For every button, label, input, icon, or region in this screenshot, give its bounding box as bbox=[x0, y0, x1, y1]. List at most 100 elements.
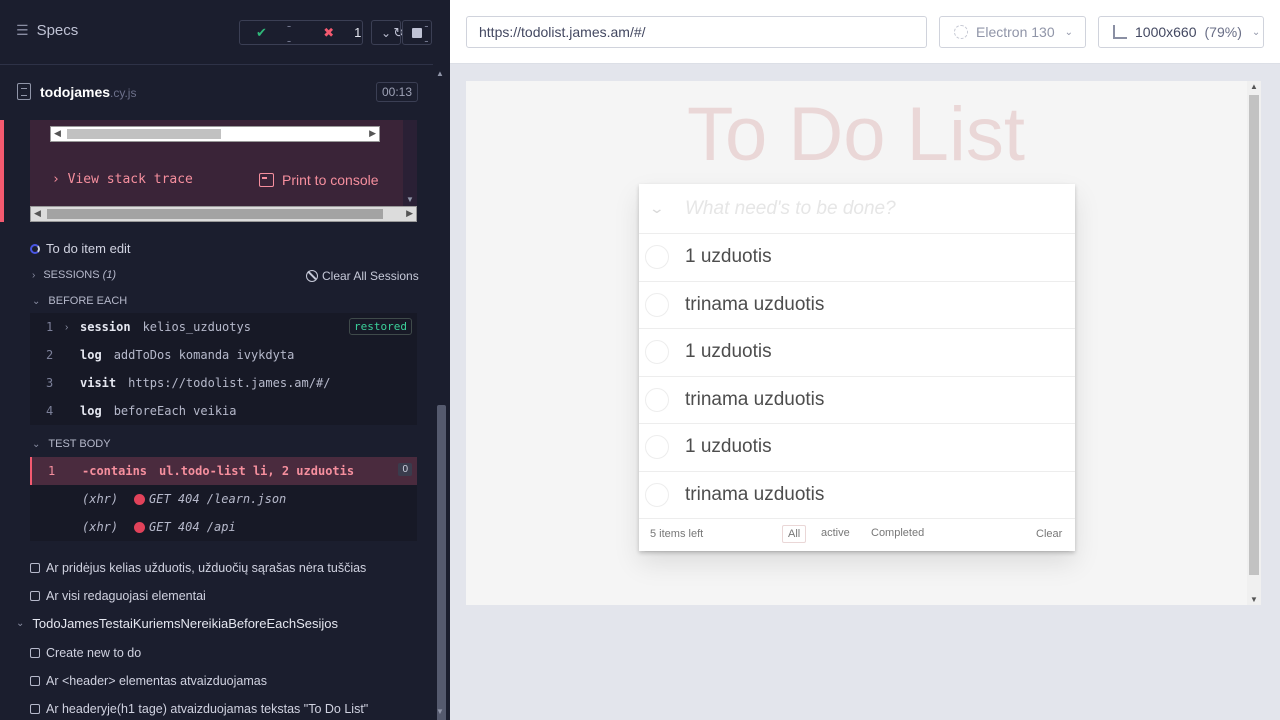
menu-icon: ☰ bbox=[16, 22, 29, 38]
sessions-header[interactable]: › SESSIONS (1) bbox=[32, 269, 116, 281]
x-icon: ✖ bbox=[323, 24, 335, 40]
todo-toggle-checkbox[interactable] bbox=[645, 292, 669, 317]
scroll-down-icon[interactable]: ▼ bbox=[406, 195, 414, 204]
todo-toggle-checkbox[interactable] bbox=[645, 245, 669, 269]
command-row[interactable]: 3 visit https://todolist.james.am/#/ bbox=[30, 369, 417, 397]
pending-test-icon bbox=[30, 563, 40, 573]
error-vertical-scrollbar[interactable]: ▼ bbox=[403, 120, 417, 206]
new-todo-input[interactable]: ⌄ What need's to be done? bbox=[639, 184, 1075, 234]
element-count-badge: 0 bbox=[398, 463, 412, 476]
todo-item[interactable]: 1 uzduotis bbox=[639, 329, 1075, 377]
browser-icon bbox=[954, 25, 968, 39]
command-row[interactable]: 1 › session kelios_uzduotys restored bbox=[30, 313, 417, 341]
specs-label: Specs bbox=[36, 22, 79, 39]
chevron-down-icon: ⌄ bbox=[32, 438, 41, 450]
print-to-console-button[interactable]: Print to console bbox=[259, 172, 379, 188]
view-stack-trace-toggle[interactable]: › View stack trace bbox=[52, 172, 193, 187]
aut-scrollbar[interactable]: ▲ ▼ bbox=[1247, 81, 1261, 605]
aut-header: https://todolist.james.am/#/ Electron 13… bbox=[450, 0, 1280, 64]
stop-icon bbox=[412, 27, 422, 38]
url-bar[interactable]: https://todolist.james.am/#/ bbox=[466, 16, 927, 48]
spec-extension: .cy.js bbox=[110, 86, 137, 100]
todo-item[interactable]: 1 uzduotis bbox=[639, 234, 1075, 282]
scroll-left-icon[interactable]: ◀ bbox=[54, 128, 61, 139]
clear-completed-button[interactable]: Clear bbox=[1036, 528, 1062, 540]
suite-header[interactable]: ⌄ TodoJamesTestaiKuriemsNereikiaBeforeEa… bbox=[16, 616, 338, 631]
filter-active[interactable]: active bbox=[816, 525, 855, 541]
test-item[interactable]: Ar pridėjus kelias užduotis, užduočių są… bbox=[30, 561, 366, 575]
scrollbar-thumb[interactable] bbox=[47, 209, 383, 219]
todo-toggle-checkbox[interactable] bbox=[645, 435, 669, 459]
pending-test-icon bbox=[30, 648, 40, 658]
items-left-count: 5 items left bbox=[650, 528, 704, 540]
error-block-scrollbar[interactable]: ◀ ▶ bbox=[30, 206, 417, 222]
command-row[interactable]: 2 log addToDos komanda ivykdyta bbox=[30, 341, 417, 369]
test-item[interactable]: Create new to do bbox=[30, 646, 141, 660]
chevron-down-icon: ⌄ bbox=[1064, 26, 1073, 38]
passed-stat: ✔ -- bbox=[240, 18, 307, 48]
fail-indicator-bar bbox=[0, 120, 4, 222]
todo-footer: 5 items left All active Completed Clear bbox=[639, 519, 1075, 551]
scrollbar-thumb[interactable] bbox=[437, 405, 446, 720]
test-item[interactable]: Ar <header> elementas atvaizduojamas bbox=[30, 674, 267, 688]
app-under-test-frame: To Do List ⌄ What need's to be done? 1 u… bbox=[466, 81, 1261, 605]
test-item[interactable]: Ar headeryje(h1 tage) atvaizduojamas tek… bbox=[30, 702, 368, 716]
chevron-right-icon: › bbox=[52, 172, 60, 187]
failed-stat: ✖ 1 bbox=[307, 25, 377, 41]
todo-item[interactable]: trinama uzduotis bbox=[639, 282, 1075, 329]
scroll-down-icon[interactable]: ▼ bbox=[436, 707, 444, 716]
scrollbar-thumb[interactable] bbox=[1249, 95, 1259, 575]
pending-test-icon bbox=[30, 676, 40, 686]
todo-toggle-checkbox[interactable] bbox=[645, 482, 669, 507]
before-each-commands: 1 › session kelios_uzduotys restored 2 l… bbox=[30, 313, 417, 425]
test-item[interactable]: Ar visi redaguojasi elementai bbox=[30, 589, 206, 603]
test-stats: ✔ -- ✖ 1 ↻ -- bbox=[239, 18, 429, 48]
check-icon: ✔ bbox=[256, 24, 267, 40]
status-dot-icon bbox=[134, 521, 145, 533]
toggle-all-chevron-icon[interactable]: ⌄ bbox=[649, 200, 665, 217]
chevron-down-icon: ⌄ bbox=[32, 295, 41, 307]
todo-toggle-checkbox[interactable] bbox=[645, 340, 669, 364]
failed-command-row[interactable]: 1 -contains ul.todo-list li, 2 uzduotis … bbox=[30, 457, 417, 485]
command-row[interactable]: 4 log beforeEach veikia bbox=[30, 397, 417, 425]
scroll-up-icon[interactable]: ▲ bbox=[436, 69, 444, 78]
xhr-row[interactable]: (xhr) GET 404 /api bbox=[30, 513, 417, 541]
todo-card: ⌄ What need's to be done? 1 uzduotis tri… bbox=[639, 184, 1075, 551]
chevron-down-icon: ⌄ bbox=[16, 618, 25, 629]
chevron-down-icon: ⌄ bbox=[380, 25, 392, 40]
browser-selector[interactable]: Electron 130 ⌄ bbox=[939, 16, 1086, 48]
running-test-title[interactable]: To do item edit bbox=[30, 241, 131, 256]
test-body-header[interactable]: ⌄ TEST BODY bbox=[32, 438, 111, 450]
running-spinner-icon bbox=[30, 243, 40, 254]
ruler-icon bbox=[1113, 25, 1127, 39]
scroll-right-icon[interactable]: ▶ bbox=[406, 208, 413, 219]
pending-test-icon bbox=[30, 591, 40, 601]
filter-completed[interactable]: Completed bbox=[866, 525, 929, 541]
reporter-header: ☰ Specs ✔ -- ✖ 1 ↻ -- ⌄ bbox=[0, 0, 433, 65]
clear-all-sessions-button[interactable]: Clear All Sessions bbox=[306, 269, 419, 283]
viewport-selector[interactable]: 1000x660 (79%) ⌄ bbox=[1098, 16, 1264, 48]
new-todo-placeholder: What need's to be done? bbox=[685, 197, 896, 219]
todo-toggle-checkbox[interactable] bbox=[645, 387, 669, 412]
specs-button[interactable]: ☰ Specs bbox=[16, 22, 78, 39]
restored-badge: restored bbox=[349, 318, 412, 335]
todo-item[interactable]: trinama uzduotis bbox=[639, 472, 1075, 519]
ban-icon bbox=[306, 270, 318, 282]
scroll-up-icon[interactable]: ▲ bbox=[1250, 82, 1258, 91]
spec-duration: 00:13 bbox=[376, 82, 419, 102]
filter-all[interactable]: All bbox=[782, 525, 807, 543]
scroll-left-icon[interactable]: ◀ bbox=[34, 208, 41, 219]
before-each-header[interactable]: ⌄ BEFORE EACH bbox=[32, 295, 127, 307]
xhr-row[interactable]: (xhr) GET 404 /learn.json bbox=[30, 485, 417, 513]
scroll-right-icon[interactable]: ▶ bbox=[369, 128, 376, 139]
todo-item[interactable]: 1 uzduotis bbox=[639, 424, 1075, 472]
test-body-commands: 1 -contains ul.todo-list li, 2 uzduotis … bbox=[30, 457, 417, 541]
stop-button[interactable] bbox=[402, 20, 432, 45]
todo-item[interactable]: trinama uzduotis bbox=[639, 377, 1075, 424]
scrollbar-thumb[interactable] bbox=[67, 129, 221, 139]
scroll-down-icon[interactable]: ▼ bbox=[1250, 595, 1258, 604]
expand-collapse-button[interactable]: ⌄ bbox=[371, 20, 401, 45]
error-code-scrollbar[interactable]: ◀ ▶ bbox=[50, 126, 380, 142]
app-title: To Do List bbox=[687, 92, 1025, 177]
reporter-scrollbar[interactable]: ▲ ▼ bbox=[433, 65, 450, 720]
